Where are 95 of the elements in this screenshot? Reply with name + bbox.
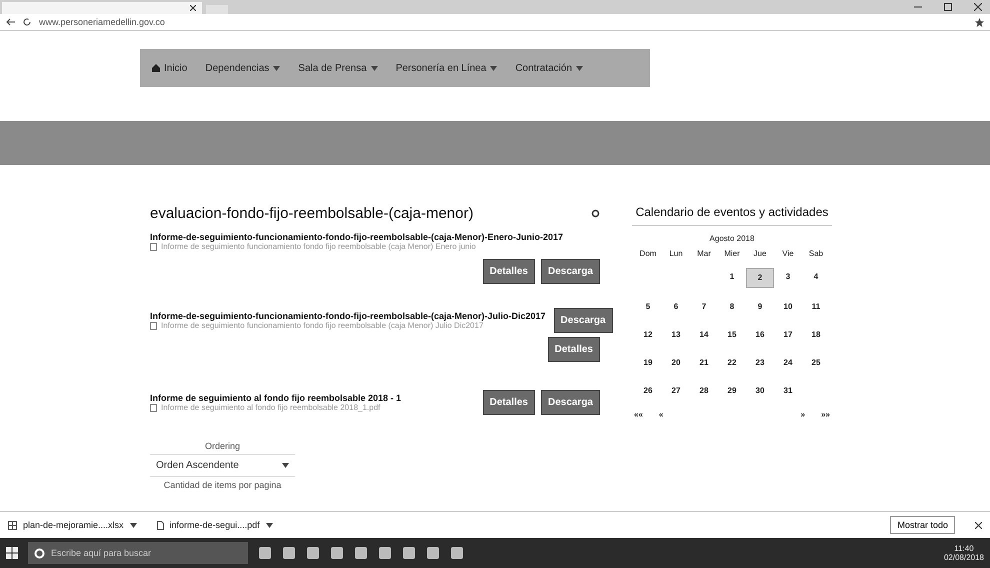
details-button[interactable]: Detalles bbox=[548, 337, 600, 362]
close-icon[interactable] bbox=[190, 5, 196, 11]
nav-link[interactable]: Personería en Línea bbox=[396, 62, 486, 74]
calendar-day[interactable]: 20 bbox=[662, 354, 690, 372]
calendar-nav-link[interactable]: » bbox=[800, 410, 806, 419]
calendar-day[interactable]: 18 bbox=[802, 326, 830, 344]
taskbar-search-field[interactable]: Escribe aquí para buscar bbox=[28, 542, 248, 564]
calendar-day[interactable]: 4 bbox=[802, 268, 830, 286]
calendar-day[interactable]: 28 bbox=[690, 382, 718, 400]
taskbar-app-icon[interactable] bbox=[258, 546, 272, 560]
calendar-day[interactable]: 24 bbox=[774, 354, 802, 372]
download-button[interactable]: Descarga bbox=[540, 390, 600, 415]
calendar-day[interactable]: 30 bbox=[746, 382, 774, 400]
caret-icon bbox=[266, 522, 273, 528]
document-title[interactable]: Informe-de-seguimiento-funcionamiento-fondo-fijo-reembolsable-(caja-Menor)-Julio-Dic2017 bbox=[150, 311, 546, 321]
taskbar-app-icon[interactable] bbox=[378, 546, 392, 560]
calendar-day[interactable]: 12 bbox=[634, 326, 662, 344]
download-item[interactable]: plan-de-mejoramie....xlsx bbox=[23, 520, 124, 530]
weekday-label: Dom bbox=[638, 249, 658, 258]
weekday-label: Mar bbox=[696, 249, 712, 258]
ordering-label: Ordering bbox=[204, 441, 240, 451]
calendar-day[interactable]: 17 bbox=[774, 326, 802, 344]
ordering-select[interactable]: Orden Ascendente bbox=[150, 454, 295, 477]
calendar-day[interactable]: 5 bbox=[634, 298, 662, 316]
details-button[interactable]: Detalles bbox=[482, 259, 535, 284]
download-button[interactable]: Descarga bbox=[554, 308, 613, 333]
taskbar-app-icon[interactable] bbox=[402, 546, 416, 560]
weekday-label: Sab bbox=[808, 249, 824, 258]
calendar-day[interactable]: 27 bbox=[662, 382, 690, 400]
document-icon bbox=[156, 520, 164, 530]
calendar-day[interactable]: 2 bbox=[746, 268, 774, 288]
reload-icon[interactable] bbox=[23, 18, 31, 26]
calendar-nav-link[interactable]: « bbox=[658, 410, 664, 419]
calendar-day[interactable]: 1 bbox=[718, 268, 746, 286]
calendar-day[interactable]: 31 bbox=[774, 382, 802, 400]
taskbar-app-icon[interactable] bbox=[450, 546, 464, 560]
calendar-day[interactable]: 3 bbox=[774, 268, 802, 286]
category-title: evaluacion-fondo-fijo-reembolsable-(caja-menor) bbox=[150, 205, 474, 222]
calendar-day[interactable]: 13 bbox=[662, 326, 690, 344]
nav-link[interactable]: Contratación bbox=[515, 62, 572, 74]
windows-icon[interactable] bbox=[6, 547, 18, 559]
nav-link[interactable]: Sala de Prensa bbox=[298, 62, 367, 74]
calendar-nav-link[interactable]: »» bbox=[821, 410, 830, 419]
taskbar-app-icon[interactable] bbox=[282, 546, 296, 560]
calendar-day[interactable]: 7 bbox=[690, 298, 718, 316]
calendar-nav-link[interactable]: «« bbox=[634, 410, 643, 419]
weekday-label: Jue bbox=[752, 249, 768, 258]
calendar-day[interactable]: 26 bbox=[634, 382, 662, 400]
calendar-day[interactable]: 25 bbox=[802, 354, 830, 372]
download-item[interactable]: informe-de-segui....pdf bbox=[170, 520, 260, 530]
taskbar-app-icon[interactable] bbox=[426, 546, 440, 560]
details-button[interactable]: Detalles bbox=[482, 390, 535, 415]
file-icon bbox=[150, 242, 157, 250]
calendar-day[interactable]: 11 bbox=[802, 298, 830, 316]
circle-icon bbox=[34, 548, 45, 558]
file-icon bbox=[150, 404, 157, 412]
caret-icon bbox=[282, 463, 289, 468]
taskbar-app-icon[interactable] bbox=[354, 546, 368, 560]
taskbar-app-icon[interactable] bbox=[330, 546, 344, 560]
calendar-day[interactable]: 21 bbox=[690, 354, 718, 372]
file-icon bbox=[150, 322, 157, 330]
calendar-month: Agosto 2018 bbox=[710, 234, 754, 243]
close-icon[interactable] bbox=[974, 3, 982, 11]
calendar-day[interactable]: 10 bbox=[774, 298, 802, 316]
calendar-day[interactable]: 8 bbox=[718, 298, 746, 316]
calendar-day[interactable]: 15 bbox=[718, 326, 746, 344]
taskbar-date: 02/08/2018 bbox=[944, 553, 984, 562]
calendar-day[interactable]: 9 bbox=[746, 298, 774, 316]
nav-link[interactable]: Dependencias bbox=[205, 62, 270, 74]
star-icon[interactable] bbox=[975, 18, 984, 26]
weekday-label: Mier bbox=[723, 249, 741, 258]
weekday-label: Vie bbox=[781, 249, 795, 258]
calendar-day[interactable]: 14 bbox=[690, 326, 718, 344]
calendar-day[interactable]: 6 bbox=[662, 298, 690, 316]
calendar-day[interactable]: 23 bbox=[746, 354, 774, 372]
back-icon[interactable] bbox=[6, 18, 15, 26]
caret-icon bbox=[130, 522, 137, 528]
home-icon bbox=[152, 64, 160, 72]
calendar-day[interactable]: 16 bbox=[746, 326, 774, 344]
calendar-day[interactable]: 19 bbox=[634, 354, 662, 372]
taskbar-time: 11:40 bbox=[954, 544, 974, 553]
document-title[interactable]: Informe de seguimiento al fondo fijo reembolsable 2018 - 1 bbox=[150, 393, 402, 403]
spreadsheet-icon bbox=[8, 520, 17, 530]
taskbar-app-icon[interactable] bbox=[306, 546, 320, 560]
calendar-day[interactable]: 22 bbox=[718, 354, 746, 372]
calendar-day[interactable]: 29 bbox=[718, 382, 746, 400]
document-title[interactable]: Informe-de-seguimiento-funcionamiento-fondo-fijo-reembolsable-(caja-Menor)-Enero-Junio-2017 bbox=[150, 232, 600, 242]
show-all-button[interactable]: Mostrar todo bbox=[890, 516, 955, 534]
close-icon[interactable] bbox=[975, 522, 982, 528]
maximize-icon[interactable] bbox=[944, 3, 952, 11]
items-per-page-label: Cantidad de items por pagina bbox=[164, 480, 282, 490]
nav-link[interactable]: Inicio bbox=[164, 62, 188, 74]
download-button[interactable]: Descarga bbox=[540, 259, 600, 284]
calendar-title: Calendario de eventos y actividades bbox=[632, 205, 832, 226]
weekday-label: Lun bbox=[668, 249, 684, 258]
